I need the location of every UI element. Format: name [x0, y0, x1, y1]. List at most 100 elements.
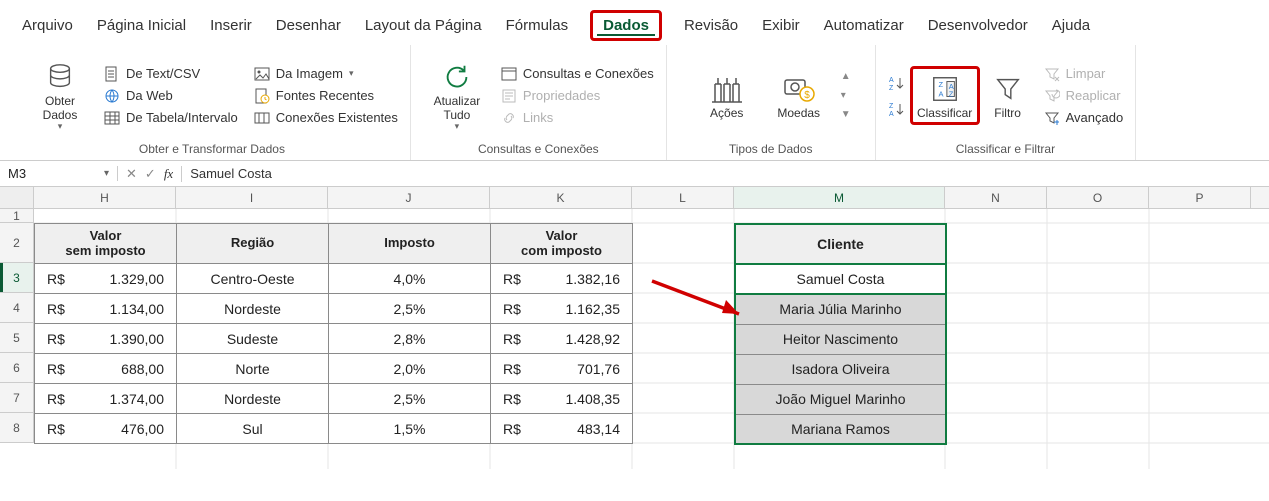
cell-valor-com[interactable]: R$1.382,16: [491, 264, 633, 294]
filtro-button[interactable]: Filtro: [980, 71, 1036, 120]
sort-asc-button[interactable]: AZ: [888, 73, 904, 93]
cell-valor-sem[interactable]: R$1.134,00: [35, 294, 177, 324]
de-text-csv-button[interactable]: De Text/CSV: [104, 64, 238, 84]
cliente-row[interactable]: João Miguel Marinho: [735, 384, 946, 414]
row-header-3[interactable]: 3: [0, 263, 33, 293]
moedas-button[interactable]: $ Moedas: [763, 71, 835, 120]
tab-formulas[interactable]: Fórmulas: [504, 13, 571, 38]
row-header-2[interactable]: 2: [0, 223, 33, 263]
formula-input[interactable]: Samuel Costa: [182, 166, 1269, 181]
row-header-4[interactable]: 4: [0, 293, 33, 323]
tab-inserir[interactable]: Inserir: [208, 13, 254, 38]
cliente-cell[interactable]: Maria Júlia Marinho: [735, 294, 946, 324]
cliente-cell[interactable]: Heitor Nascimento: [735, 324, 946, 354]
cell-imposto[interactable]: 2,5%: [329, 294, 491, 324]
tab-arquivo[interactable]: Arquivo: [20, 13, 75, 38]
limpar-button[interactable]: Limpar: [1044, 64, 1124, 84]
da-imagem-button[interactable]: Da Imagem ▾: [254, 64, 398, 84]
cliente-row[interactable]: Maria Júlia Marinho: [735, 294, 946, 324]
cell-imposto[interactable]: 2,0%: [329, 354, 491, 384]
cliente-cell[interactable]: Mariana Ramos: [735, 414, 946, 444]
cliente-cell[interactable]: Samuel Costa: [735, 264, 946, 294]
cell-regiao[interactable]: Nordeste: [177, 294, 329, 324]
table-row[interactable]: R$476,00Sul1,5%R$483,14: [35, 414, 633, 444]
col-header-K[interactable]: K: [490, 187, 632, 208]
cell-valor-sem[interactable]: R$476,00: [35, 414, 177, 444]
row-header-1[interactable]: 1: [0, 209, 33, 223]
cancel-fx-icon[interactable]: ✕: [126, 166, 137, 182]
tab-pagina-inicial[interactable]: Página Inicial: [95, 13, 188, 38]
cell-imposto[interactable]: 1,5%: [329, 414, 491, 444]
sort-desc-button[interactable]: ZA: [888, 99, 904, 119]
tab-desenhar[interactable]: Desenhar: [274, 13, 343, 38]
cell-valor-sem[interactable]: R$1.329,00: [35, 264, 177, 294]
links-button[interactable]: Links: [501, 108, 654, 128]
tab-automatizar[interactable]: Automatizar: [822, 13, 906, 38]
col-header-P[interactable]: P: [1149, 187, 1251, 208]
tab-layout[interactable]: Layout da Página: [363, 13, 484, 38]
col-header-I[interactable]: I: [176, 187, 328, 208]
da-web-button[interactable]: Da Web: [104, 86, 238, 106]
table-row[interactable]: R$1.134,00Nordeste2,5%R$1.162,35: [35, 294, 633, 324]
th-regiao[interactable]: Região: [177, 224, 329, 264]
th-valor-sem[interactable]: Valor sem imposto: [35, 224, 177, 264]
tab-exibir[interactable]: Exibir: [760, 13, 802, 38]
col-header-M[interactable]: M: [734, 187, 945, 208]
cell-valor-com[interactable]: R$1.408,35: [491, 384, 633, 414]
cell-valor-sem[interactable]: R$1.374,00: [35, 384, 177, 414]
cell-valor-com[interactable]: R$1.428,92: [491, 324, 633, 354]
cell-valor-sem[interactable]: R$688,00: [35, 354, 177, 384]
cliente-row[interactable]: Mariana Ramos: [735, 414, 946, 444]
cell-imposto[interactable]: 2,5%: [329, 384, 491, 414]
avancado-button[interactable]: Avançado: [1044, 108, 1124, 128]
tab-ajuda[interactable]: Ajuda: [1050, 13, 1092, 38]
cell-valor-sem[interactable]: R$1.390,00: [35, 324, 177, 354]
cliente-row[interactable]: Isadora Oliveira: [735, 354, 946, 384]
table-row[interactable]: R$1.390,00Sudeste2,8%R$1.428,92: [35, 324, 633, 354]
name-box[interactable]: M3 ▾: [0, 166, 118, 181]
fx-icon[interactable]: fx: [164, 166, 173, 182]
col-header-L[interactable]: L: [632, 187, 734, 208]
col-header-O[interactable]: O: [1047, 187, 1149, 208]
th-cliente[interactable]: Cliente: [735, 224, 946, 264]
row-header-7[interactable]: 7: [0, 383, 33, 413]
table-row[interactable]: R$688,00Norte2,0%R$701,76: [35, 354, 633, 384]
tab-dados[interactable]: Dados: [590, 10, 662, 41]
cell-regiao[interactable]: Sudeste: [177, 324, 329, 354]
reaplicar-button[interactable]: Reaplicar: [1044, 86, 1124, 106]
cell-valor-com[interactable]: R$701,76: [491, 354, 633, 384]
row-header-5[interactable]: 5: [0, 323, 33, 353]
select-all-corner[interactable]: [0, 187, 33, 209]
th-valor-com[interactable]: Valor com imposto: [491, 224, 633, 264]
cliente-cell[interactable]: João Miguel Marinho: [735, 384, 946, 414]
col-header-N[interactable]: N: [945, 187, 1047, 208]
de-tabela-intervalo-button[interactable]: De Tabela/Intervalo: [104, 108, 238, 128]
atualizar-tudo-button[interactable]: Atualizar Tudo ▾: [423, 49, 491, 142]
cell-regiao[interactable]: Centro-Oeste: [177, 264, 329, 294]
cell-regiao[interactable]: Nordeste: [177, 384, 329, 414]
classificar-button[interactable]: Z A A Z Classificar: [910, 66, 980, 125]
cliente-cell[interactable]: Isadora Oliveira: [735, 354, 946, 384]
obter-dados-button[interactable]: Obter Dados ▾: [26, 49, 94, 142]
row-header-8[interactable]: 8: [0, 413, 33, 443]
cell-regiao[interactable]: Norte: [177, 354, 329, 384]
table-row[interactable]: R$1.374,00Nordeste2,5%R$1.408,35: [35, 384, 633, 414]
grid[interactable]: H I J K L M N O P: [34, 187, 1269, 443]
cliente-row[interactable]: Heitor Nascimento: [735, 324, 946, 354]
propriedades-button[interactable]: Propriedades: [501, 86, 654, 106]
fontes-recentes-button[interactable]: Fontes Recentes: [254, 86, 398, 106]
th-imposto[interactable]: Imposto: [329, 224, 491, 264]
scroll-arrows[interactable]: ▲▾▼: [841, 71, 851, 120]
col-header-J[interactable]: J: [328, 187, 490, 208]
col-header-H[interactable]: H: [34, 187, 176, 208]
table-row[interactable]: R$1.329,00Centro-Oeste4,0%R$1.382,16: [35, 264, 633, 294]
acoes-button[interactable]: Ações: [691, 71, 763, 120]
tab-desenvolvedor[interactable]: Desenvolvedor: [926, 13, 1030, 38]
tab-revisao[interactable]: Revisão: [682, 13, 740, 38]
conexoes-existentes-button[interactable]: Conexões Existentes: [254, 108, 398, 128]
cell-valor-com[interactable]: R$483,14: [491, 414, 633, 444]
consultas-conexoes-button[interactable]: Consultas e Conexões: [501, 64, 654, 84]
row-header-6[interactable]: 6: [0, 353, 33, 383]
cell-valor-com[interactable]: R$1.162,35: [491, 294, 633, 324]
cell-regiao[interactable]: Sul: [177, 414, 329, 444]
